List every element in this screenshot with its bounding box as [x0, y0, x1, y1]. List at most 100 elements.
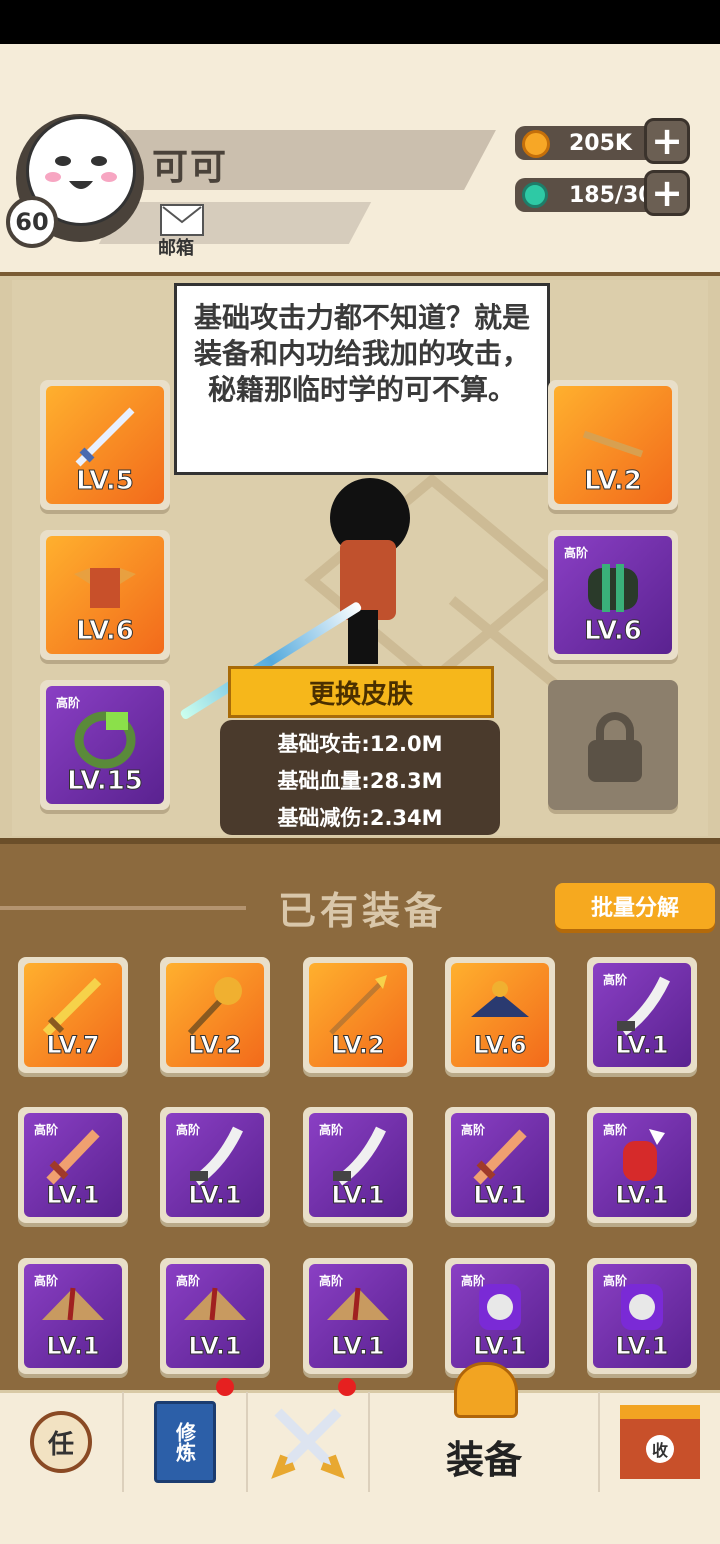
slot-bg: LV.2 [309, 963, 407, 1067]
hat-icon [471, 981, 529, 1017]
batch-decompose-button[interactable]: 批量分解 [555, 883, 715, 929]
inventory-title: 已有装备 [278, 889, 447, 933]
item-level: LV.1 [331, 1181, 385, 1210]
slot-level: LV.2 [584, 466, 643, 497]
slot-bg: LV.2 [554, 386, 672, 504]
inventory-item[interactable]: 高阶 LV.1 [160, 1107, 270, 1223]
bracer-icon [588, 564, 638, 612]
item-level: LV.1 [46, 1181, 100, 1210]
slot-bg: 高阶 LV.1 [166, 1264, 264, 1368]
nav-collect-tab[interactable]: 收 [600, 1392, 720, 1492]
slot-bg: LV.7 [24, 963, 122, 1067]
notification-dot [216, 1378, 234, 1396]
mail-label[interactable]: 邮箱 [158, 234, 194, 260]
tier-tag: 高阶 [34, 1274, 59, 1288]
item-level: LV.1 [473, 1181, 527, 1210]
tier-tag: 高阶 [176, 1123, 201, 1137]
item-level: LV.1 [615, 1031, 669, 1060]
add-gold-button[interactable]: + [644, 118, 690, 164]
inventory-item[interactable]: 高阶 LV.1 [18, 1107, 128, 1223]
item-level: LV.1 [46, 1332, 100, 1361]
ring-icon [74, 711, 136, 769]
item-level: LV.1 [473, 1332, 527, 1361]
slot-bg: 高阶 LV.6 [554, 536, 672, 654]
spear-icon [329, 975, 387, 1035]
item-level: LV.1 [188, 1332, 242, 1361]
slot-bg: LV.6 [46, 536, 164, 654]
armor-icon [74, 568, 136, 608]
inventory-item[interactable]: 高阶 LV.1 [587, 1258, 697, 1374]
inventory-item[interactable]: 高阶 LV.1 [160, 1258, 270, 1374]
tier-tag: 高阶 [319, 1274, 344, 1288]
status-bar [0, 0, 720, 44]
section-divider [0, 906, 246, 910]
slot-bg: 高阶 LV.1 [451, 1113, 549, 1217]
player-name: 可可 [152, 147, 229, 188]
slot-bg: 高阶 LV.1 [451, 1264, 549, 1368]
task-scroll-icon: 任 [30, 1411, 92, 1473]
add-stamina-button[interactable]: + [644, 170, 690, 216]
item-level: LV.2 [331, 1031, 385, 1060]
equip-slot-accessory[interactable]: LV.2 [548, 380, 678, 510]
tier-tag: 高阶 [564, 546, 589, 560]
stamina-value: 185/30 [569, 182, 654, 208]
notification-dot [338, 1378, 356, 1396]
tier-tag: 高阶 [176, 1274, 201, 1288]
slot-level: LV.6 [584, 616, 643, 647]
inventory-item[interactable]: 高阶 LV.1 [303, 1258, 413, 1374]
inventory-item[interactable]: 高阶 LV.1 [587, 1107, 697, 1223]
change-skin-button[interactable]: 更换皮肤 [228, 666, 494, 718]
nav-task-tab[interactable]: 任 [0, 1392, 124, 1492]
slot-level: LV.6 [76, 616, 135, 647]
slot-bg: LV.5 [46, 386, 164, 504]
equip-slot-ring[interactable]: 高阶 LV.15 [40, 680, 170, 810]
mace-icon [187, 977, 242, 1036]
slot-bg: 高阶 LV.1 [166, 1113, 264, 1217]
cultivate-book-icon: 修炼 [154, 1401, 216, 1483]
equip-slot-bracer[interactable]: 高阶 LV.6 [548, 530, 678, 660]
slot-bg: LV.2 [166, 963, 264, 1067]
slot-bg: 高阶 LV.1 [593, 1113, 691, 1217]
inventory-item[interactable]: 高阶 LV.1 [445, 1258, 555, 1374]
lock-body-icon [588, 740, 642, 782]
coin-icon [522, 130, 550, 158]
tier-tag: 高阶 [319, 1123, 344, 1137]
inventory-item[interactable]: LV.6 [445, 957, 555, 1073]
key-icon [582, 430, 644, 458]
nav-cultivate-tab[interactable]: 修炼 [124, 1392, 248, 1492]
inventory-item[interactable]: 高阶 LV.1 [303, 1107, 413, 1223]
equip-slot-weapon[interactable]: LV.5 [40, 380, 170, 510]
tier-tag: 高阶 [461, 1123, 486, 1137]
mail-banner [98, 202, 372, 244]
inventory-item[interactable]: LV.7 [18, 957, 128, 1073]
item-level: LV.2 [188, 1031, 242, 1060]
slot-bg: 高阶 LV.15 [46, 686, 164, 804]
gem-icon [522, 182, 548, 208]
slot-bg: 高阶 LV.1 [593, 1264, 691, 1368]
slot-level: LV.5 [76, 466, 135, 497]
slot-bg: LV.6 [451, 963, 549, 1067]
item-level: LV.6 [473, 1031, 527, 1060]
inventory-item[interactable]: 高阶 LV.1 [18, 1258, 128, 1374]
helmet-icon [454, 1362, 518, 1418]
speech-text: 基础攻击力都不知道？就是装备和内功给我加的攻击，秘籍那临时学的可不算。 [193, 301, 530, 406]
nav-bottom-bar [0, 1494, 720, 1544]
inventory-item[interactable]: LV.2 [160, 957, 270, 1073]
mail-icon[interactable] [160, 204, 204, 236]
slot-bg: 高阶 LV.1 [593, 963, 691, 1067]
item-level: LV.1 [188, 1181, 242, 1210]
gold-value: 205K [569, 130, 632, 156]
slot-bg: 高阶 LV.1 [309, 1113, 407, 1217]
stat-hp: 基础血量:28.3M [277, 769, 443, 793]
tier-tag: 高阶 [603, 1123, 628, 1137]
inventory-item[interactable]: 高阶 LV.1 [445, 1107, 555, 1223]
tier-tag: 高阶 [603, 973, 628, 987]
slot-bg: 高阶 LV.1 [24, 1113, 122, 1217]
nav-battle-tab[interactable] [248, 1392, 370, 1492]
item-level: LV.1 [615, 1181, 669, 1210]
inventory-item[interactable]: 高阶 LV.1 [587, 957, 697, 1073]
equip-slot-armor[interactable]: LV.6 [40, 530, 170, 660]
slot-level: LV.15 [67, 766, 144, 797]
inventory-item[interactable]: LV.2 [303, 957, 413, 1073]
crossed-swords-icon [271, 1408, 345, 1479]
